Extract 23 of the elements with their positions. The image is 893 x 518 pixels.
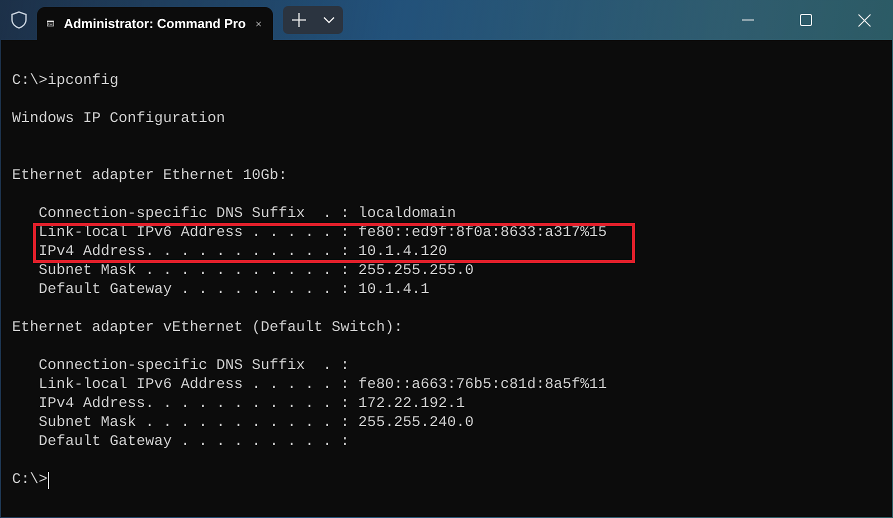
output-line: Link-local IPv6 Address . . . . . : fe80::ed9f:8f0a:8633:a317%15	[38, 224, 607, 243]
text-cursor	[48, 472, 50, 489]
terminal-tab[interactable]: Administrator: Command Pro	[37, 7, 273, 40]
shield-icon[interactable]	[11, 11, 27, 29]
output-line: Link-local IPv6 Address . . . . . : fe80::a663:76b5:c81d:8a5f%11	[38, 376, 607, 395]
minimize-icon[interactable]	[742, 19, 754, 21]
maximize-icon[interactable]	[800, 14, 812, 26]
output-line: Ethernet adapter vEthernet (Default Switch):	[12, 319, 403, 338]
output-line: IPv4 Address. . . . . . . . . . . : 10.1.4.120	[38, 243, 448, 262]
close-icon[interactable]	[858, 14, 871, 26]
output-line: Default Gateway . . . . . . . . . : 10.1.4.1	[38, 281, 430, 300]
output-line: Subnet Mask . . . . . . . . . . . : 255.255.240.0	[38, 414, 474, 433]
chevron-down-icon[interactable]	[322, 16, 334, 24]
output-line: Default Gateway . . . . . . . . . :	[38, 433, 350, 452]
output-line: Connection-specific DNS Suffix . : localdomain	[38, 205, 456, 224]
output-line: Ethernet adapter Ethernet 10Gb:	[12, 167, 288, 186]
output-line: Connection-specific DNS Suffix . :	[38, 357, 350, 376]
plus-icon[interactable]	[292, 13, 306, 27]
command-prompt: C:\>	[12, 471, 48, 490]
output-line: C:\>ipconfig	[12, 72, 119, 91]
output-line: Windows IP Configuration	[12, 110, 226, 129]
output-line: IPv4 Address. . . . . . . . . . . : 172.22.192.1	[38, 395, 465, 414]
output-line: Subnet Mask . . . . . . . . . . . : 255.255.255.0	[38, 262, 474, 281]
